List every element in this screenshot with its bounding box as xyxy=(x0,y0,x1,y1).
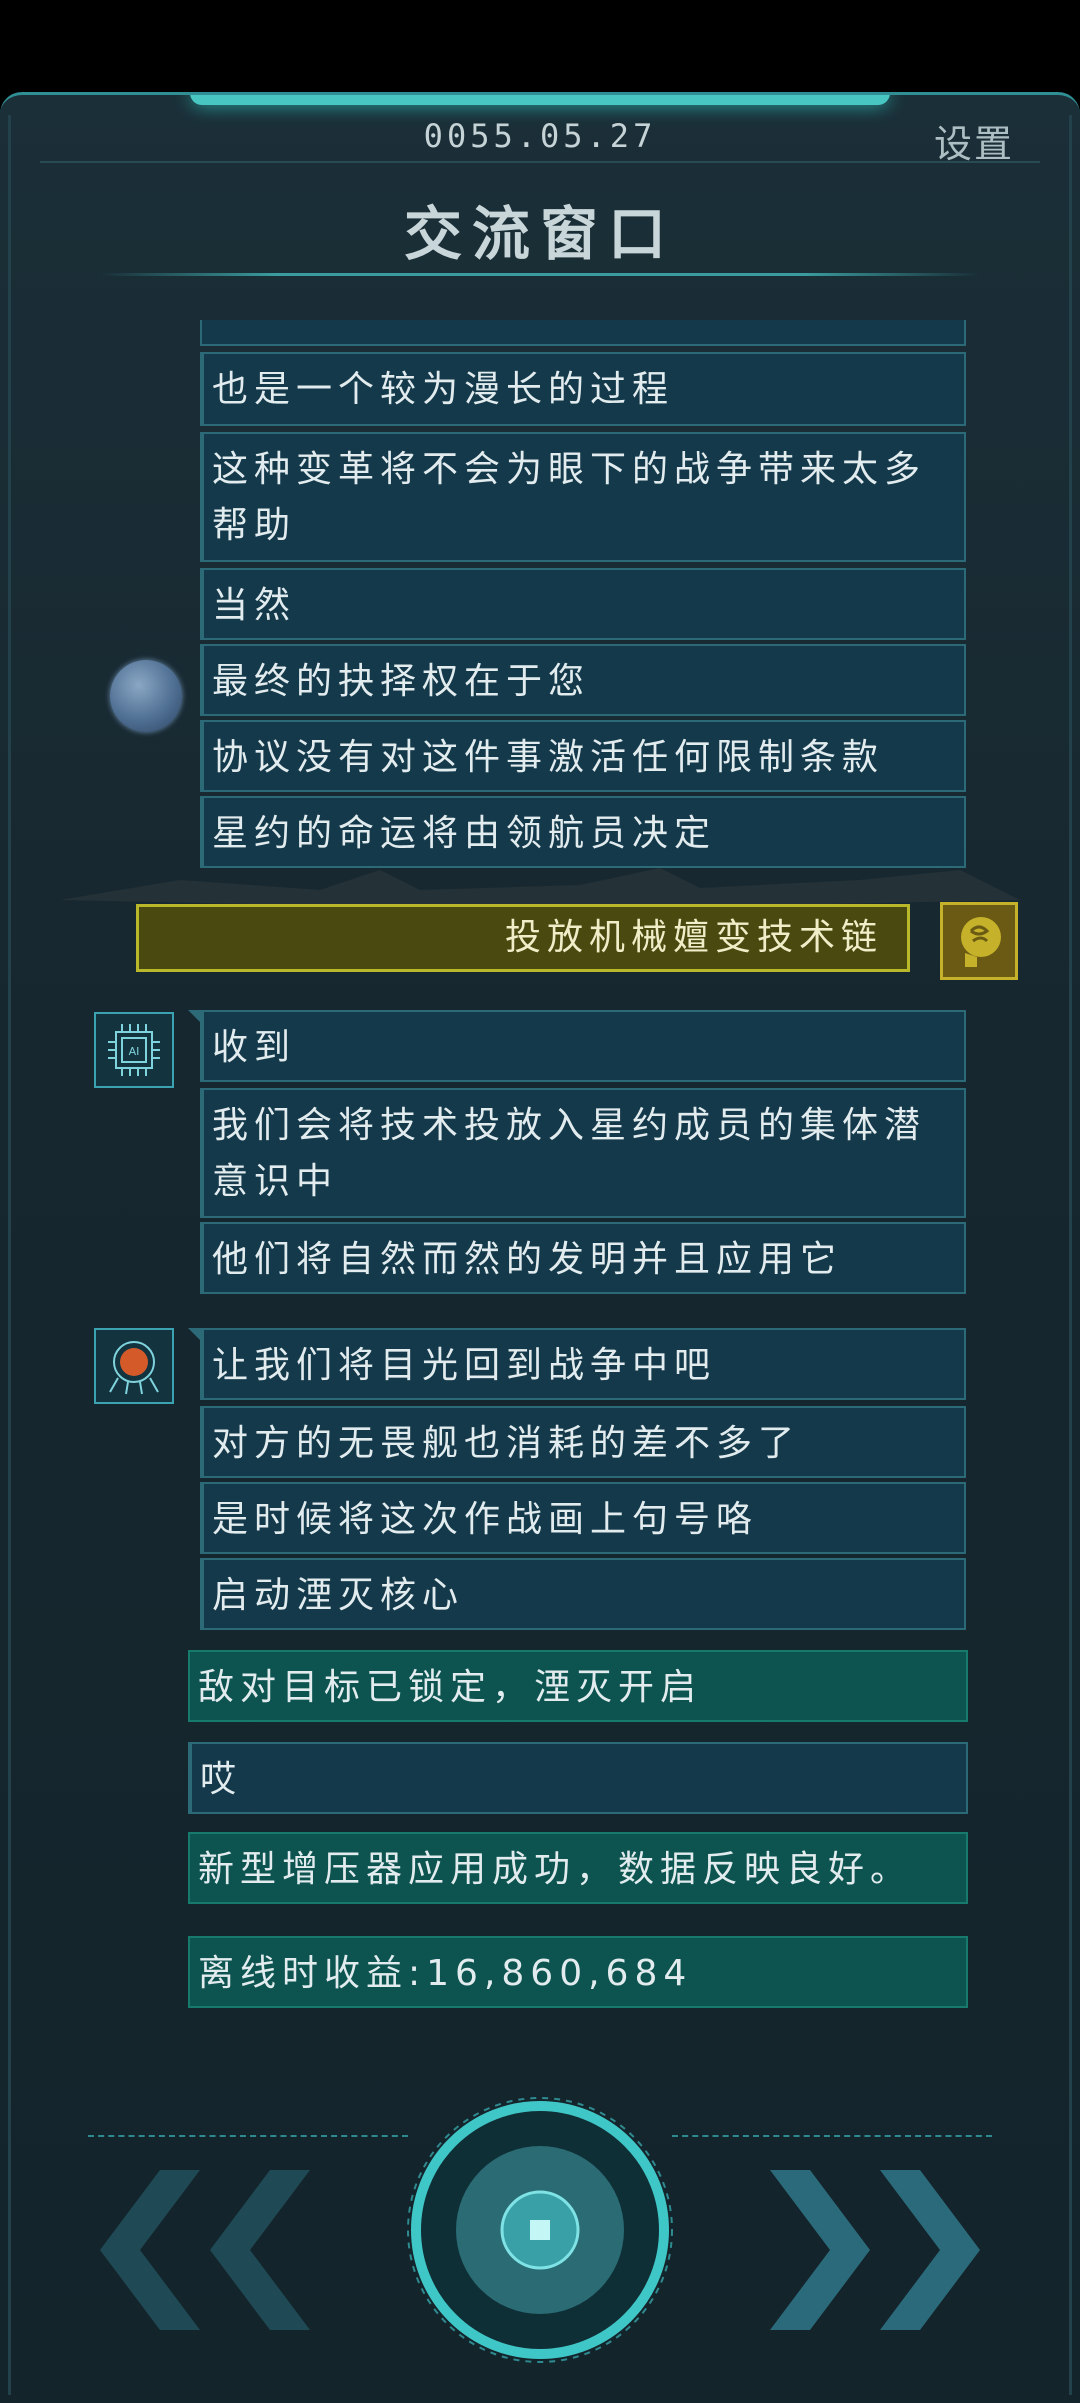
game-date: 0055.05.27 xyxy=(423,117,657,155)
chat-message: 是时候将这次作战画上句号咯 xyxy=(200,1482,966,1554)
chat-message: 协议没有对这件事激活任何限制条款 xyxy=(200,720,966,792)
chat-message: 哎 xyxy=(188,1742,968,1814)
offline-earnings: 离线时收益:16,860,684 xyxy=(188,1936,968,2008)
header-divider xyxy=(40,161,1040,163)
core-button-icon[interactable] xyxy=(400,2090,680,2370)
chat-message: 我们会将技术投放入星约成员的集体潜意识中 xyxy=(200,1088,966,1218)
frame-edge-left xyxy=(8,115,11,2395)
chat-message: 让我们将目光回到战争中吧 xyxy=(188,1328,966,1400)
chat-message: 启动湮灭核心 xyxy=(200,1558,966,1630)
system-message: 新型增压器应用成功，数据反映良好。 xyxy=(188,1832,968,1904)
chat-message: 对方的无畏舰也消耗的差不多了 xyxy=(200,1406,966,1478)
frame-edge-right xyxy=(1069,115,1072,2395)
ai-label: AI xyxy=(129,1045,140,1058)
core-avatar-icon xyxy=(94,1328,174,1404)
ai-chip-icon: AI xyxy=(94,1012,174,1088)
brain-icon xyxy=(940,902,1018,980)
chat-message: 星约的命运将由领航员决定 xyxy=(200,796,966,868)
chat-message: 当然 xyxy=(200,568,966,640)
bottom-divider-right xyxy=(672,2135,992,2137)
bottom-divider-left xyxy=(88,2135,408,2137)
title-divider xyxy=(100,273,980,276)
clipped-message xyxy=(200,320,966,346)
double-chevron-left-icon[interactable] xyxy=(100,2170,320,2330)
settings-button[interactable]: 设置 xyxy=(934,113,1014,168)
chat-message: 他们将自然而然的发明并且应用它 xyxy=(200,1222,966,1294)
planet-avatar-icon xyxy=(110,660,182,732)
double-chevron-right-icon[interactable] xyxy=(760,2170,980,2330)
chat-message: 也是一个较为漫长的过程 xyxy=(200,352,966,426)
system-message: 敌对目标已锁定，湮灭开启 xyxy=(188,1650,968,1722)
chat-message: 最终的抉择权在于您 xyxy=(200,644,966,716)
page-title: 交流窗口 xyxy=(403,200,676,268)
chat-message: 这种变革将不会为眼下的战争带来太多帮助 xyxy=(200,432,966,562)
chat-message: 收到 xyxy=(188,1010,966,1082)
choice-option-button[interactable]: 投放机械嬗变技术链 xyxy=(136,904,910,972)
top-glow xyxy=(190,95,890,105)
